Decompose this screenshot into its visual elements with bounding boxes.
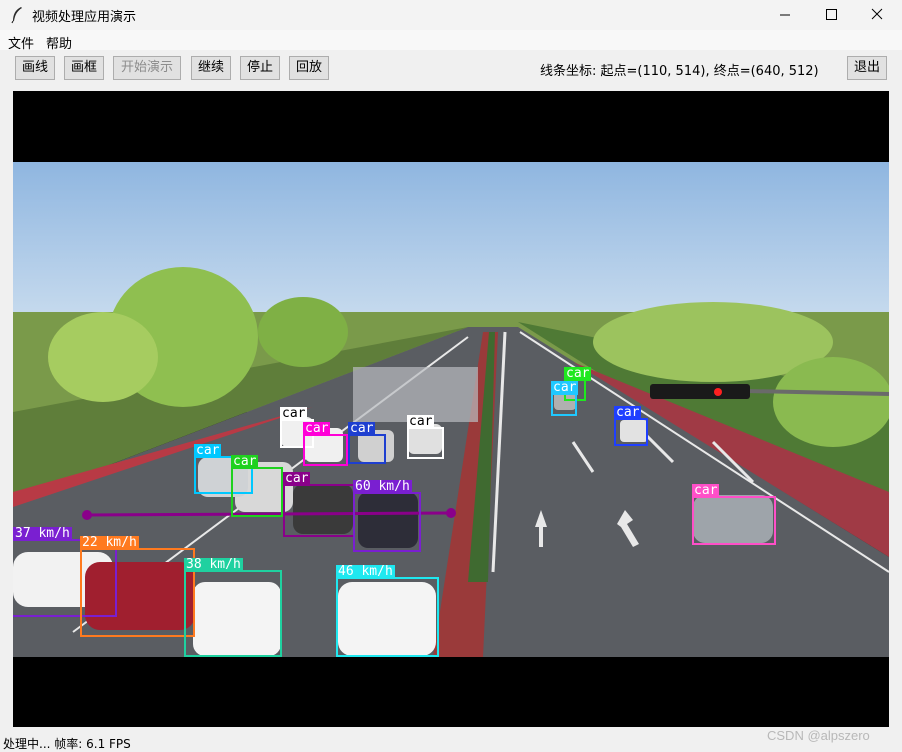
line-coordinates: 线条坐标: 起点=(110, 514), 终点=(640, 512) xyxy=(540,64,819,79)
detection-label: 38 km/h xyxy=(184,557,243,572)
detection-box: car xyxy=(614,406,648,446)
minimize-button[interactable] xyxy=(762,0,808,30)
detection-box: 22 km/h xyxy=(80,536,195,637)
minimize-icon xyxy=(780,14,790,16)
detection-box: 38 km/h xyxy=(184,558,282,657)
detection-label: 22 km/h xyxy=(80,535,139,550)
maximize-icon xyxy=(826,9,837,20)
detection-label: car xyxy=(692,483,720,498)
detection-label: car xyxy=(280,406,308,421)
continue-button[interactable]: 继续 xyxy=(191,56,231,80)
close-icon xyxy=(871,8,883,20)
exit-button[interactable]: 退出 xyxy=(847,56,887,80)
detection-label: car xyxy=(614,405,642,420)
detection-label: car xyxy=(231,454,259,469)
detection-box: car xyxy=(303,422,348,466)
detection-label: car xyxy=(303,421,331,436)
detection-box: car xyxy=(348,422,386,464)
detection-label: 37 km/h xyxy=(13,526,72,541)
detection-box: 60 km/h xyxy=(353,480,421,552)
detection-label: 46 km/h xyxy=(336,564,395,579)
window-title: 视频处理应用演示 xyxy=(32,10,137,25)
watermark: CSDN @alpszero xyxy=(767,728,870,743)
start-demo-button[interactable]: 开始演示 xyxy=(113,56,181,80)
status-text: 处理中... 帧率: 6.1 FPS xyxy=(3,737,131,751)
detection-box: 46 km/h xyxy=(336,565,439,657)
maximize-button[interactable] xyxy=(808,0,854,30)
detection-box: car xyxy=(283,472,355,537)
detection-label: 60 km/h xyxy=(353,479,412,494)
draw-box-button[interactable]: 画框 xyxy=(64,56,104,80)
detection-label: car xyxy=(283,471,311,486)
detection-label: car xyxy=(551,380,579,395)
feather-icon xyxy=(11,7,22,24)
video-frame: car car car car car car car 60 km/h 37 k… xyxy=(13,162,889,657)
draw-line-button[interactable]: 画线 xyxy=(15,56,55,80)
stop-button[interactable]: 停止 xyxy=(240,56,280,80)
detection-label: car xyxy=(348,421,376,436)
menu-bar: 文件 帮助 xyxy=(0,30,902,52)
detection-box: car xyxy=(407,415,444,459)
detection-box: car xyxy=(231,455,283,517)
detection-label: car xyxy=(194,443,222,458)
detection-box: car xyxy=(692,484,776,545)
replay-button[interactable]: 回放 xyxy=(289,56,329,80)
title-bar: 视频处理应用演示 xyxy=(0,0,902,30)
toolbar: 画线 画框 开始演示 继续 停止 回放 线条坐标: 起点=(110, 514),… xyxy=(0,50,902,88)
detection-box: car xyxy=(551,381,579,416)
detection-label: car xyxy=(407,414,435,429)
video-display[interactable]: car car car car car car car 60 km/h 37 k… xyxy=(13,91,889,727)
close-button[interactable] xyxy=(854,0,900,30)
detection-label: car xyxy=(564,366,592,381)
